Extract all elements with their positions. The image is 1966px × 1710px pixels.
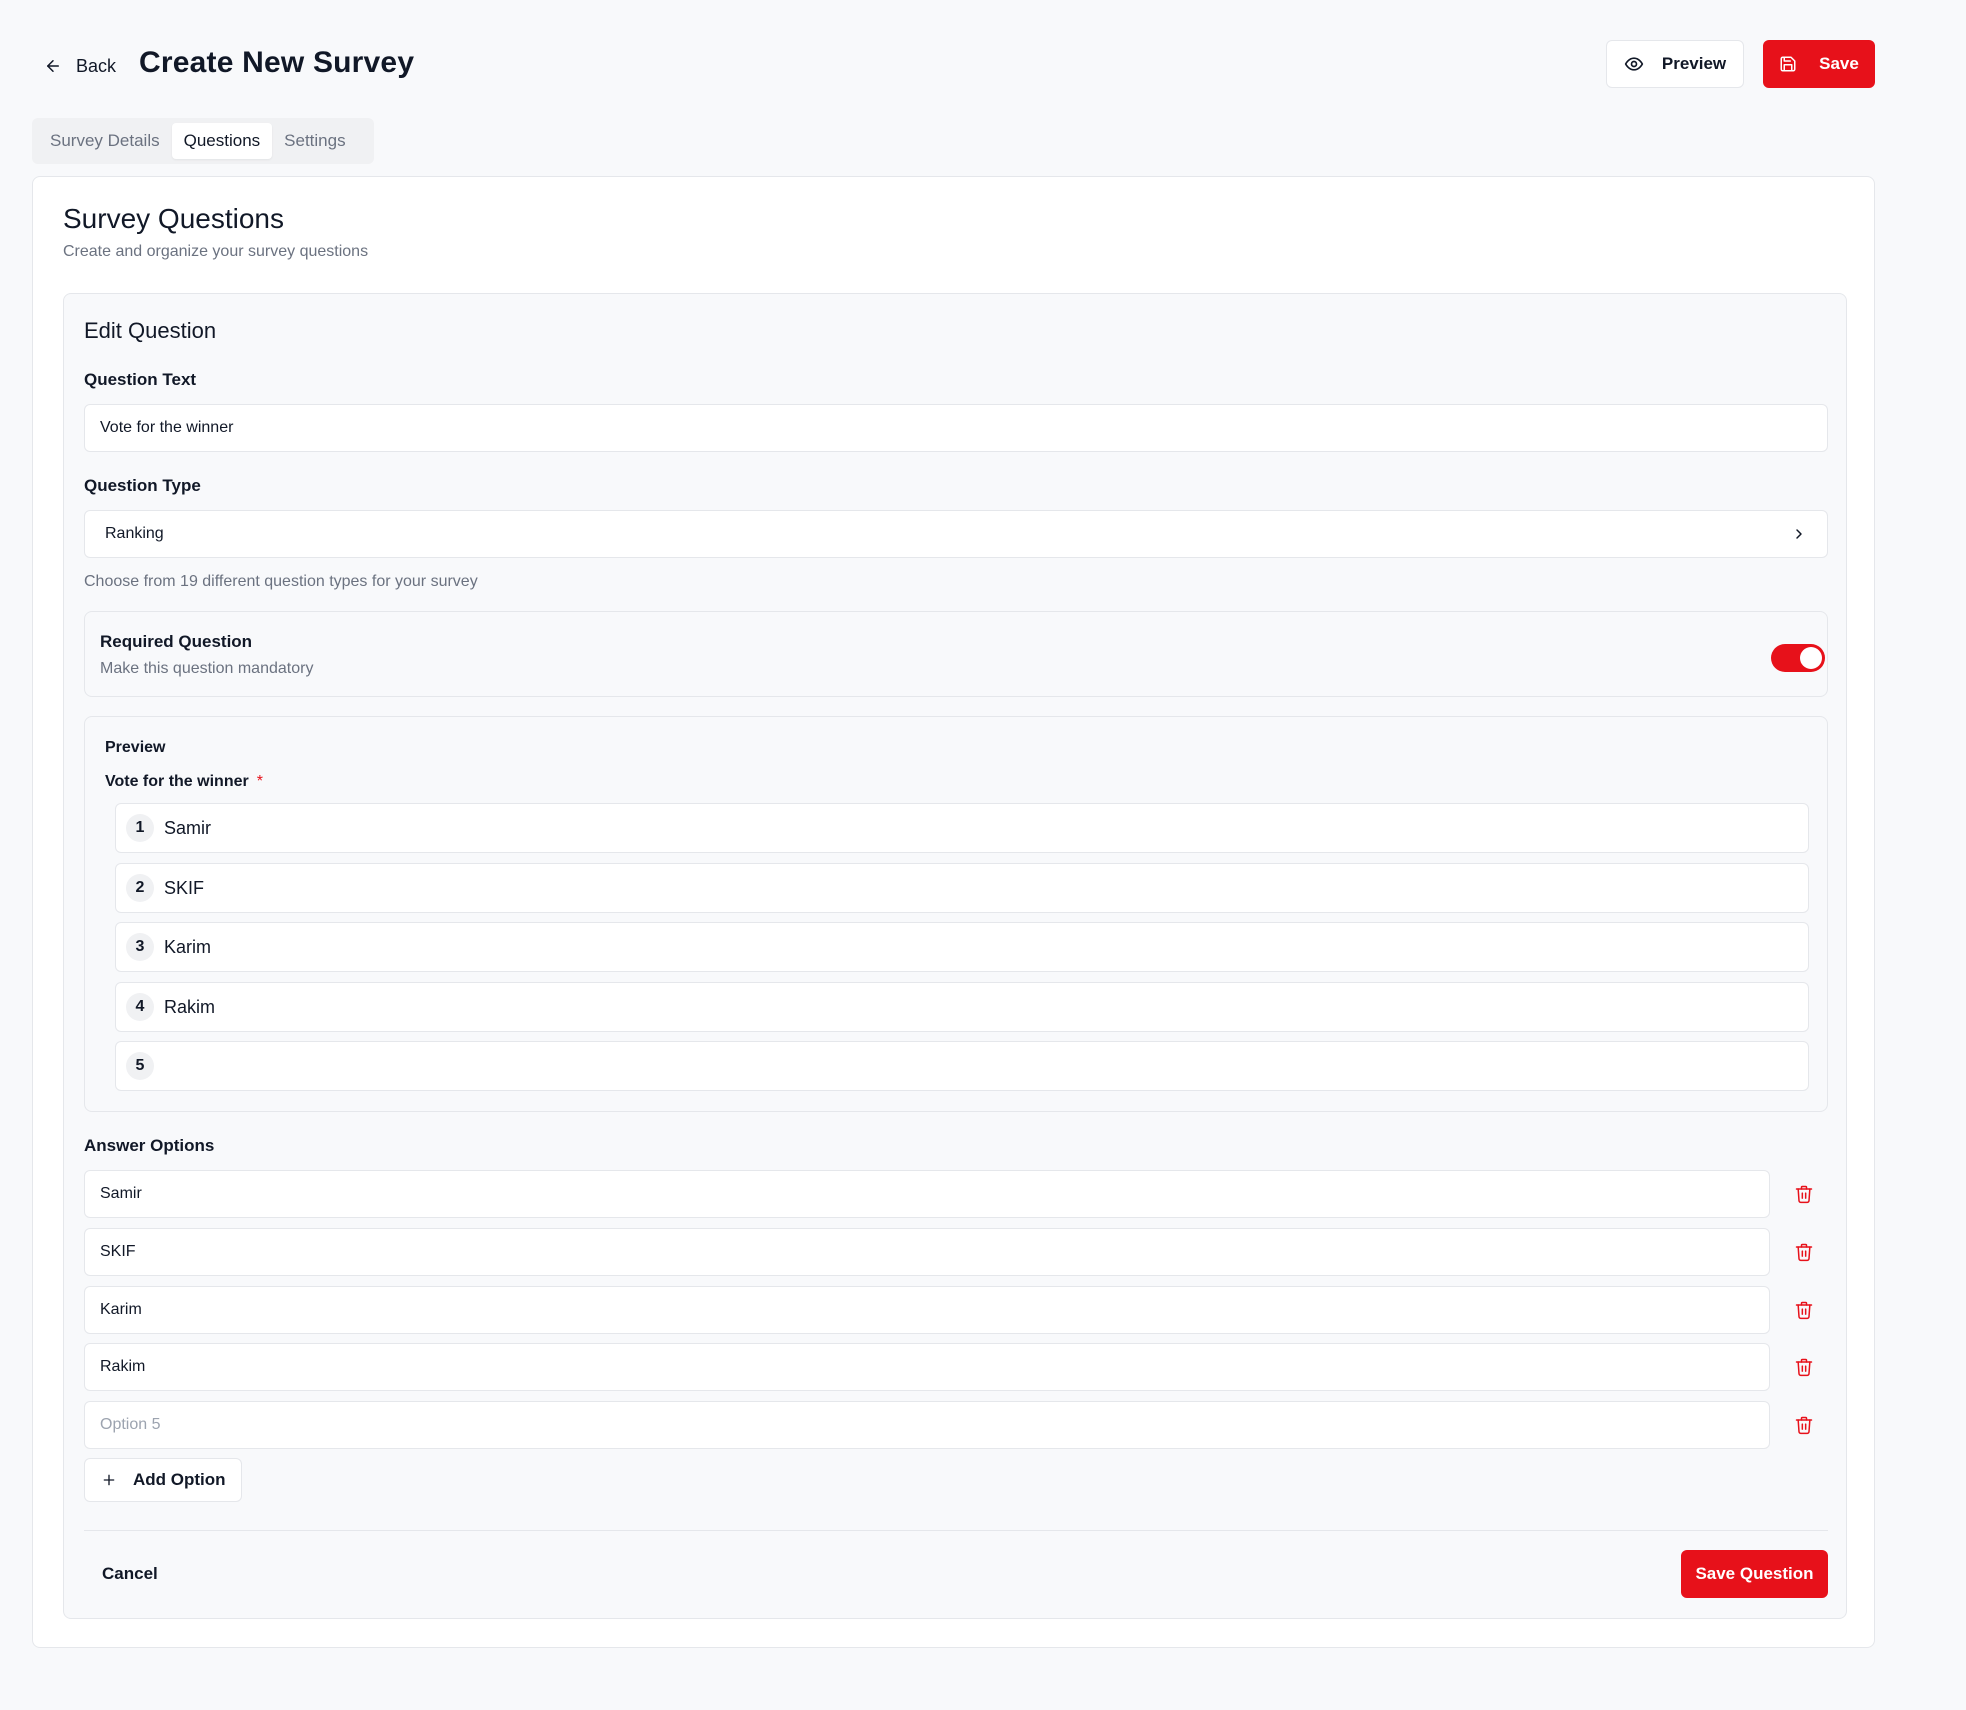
preview-label: Preview	[1661, 54, 1727, 73]
back-label: Back	[76, 55, 117, 76]
page-header: Back Create New Survey Preview Save	[0, 0, 1966, 120]
rank-number: 2	[126, 874, 154, 902]
section-subtitle: Create and organize your survey question…	[63, 243, 369, 260]
required-asterisk: *	[256, 773, 263, 790]
required-question-title: Required Question	[100, 632, 253, 651]
preview-section-label: Preview	[105, 739, 166, 756]
required-question-box: Required Question Make this question man…	[84, 611, 1828, 697]
plus-icon	[103, 1474, 115, 1486]
arrow-left-icon	[47, 60, 59, 72]
preview-question-text: Vote for the winner *	[105, 773, 263, 791]
tab-questions[interactable]: Questions	[171, 123, 273, 159]
rank-label: Rakim	[164, 996, 216, 1017]
rank-number: 4	[126, 993, 154, 1021]
rank-label: Samir	[164, 817, 212, 838]
footer-divider	[84, 1530, 1828, 1531]
chevron-right-icon	[1796, 529, 1802, 539]
page-title: Create New Survey	[139, 46, 415, 79]
trash-icon[interactable]	[1794, 1415, 1814, 1435]
save-icon	[1780, 56, 1796, 72]
ranking-item[interactable]: 2 SKIF	[115, 863, 1809, 913]
ranking-item[interactable]: 4 Rakim	[115, 982, 1809, 1032]
edit-question-title: Edit Question	[84, 318, 217, 343]
preview-button[interactable]: Preview	[1606, 40, 1744, 88]
section-title: Survey Questions	[63, 203, 284, 234]
required-question-subtitle: Make this question mandatory	[100, 660, 314, 677]
answer-option-input[interactable]: Samir	[84, 1170, 1770, 1218]
trash-icon[interactable]	[1794, 1300, 1814, 1320]
answer-option-input[interactable]: Option 5	[84, 1401, 1770, 1449]
required-toggle[interactable]	[1771, 644, 1825, 672]
tab-bar: Survey Details Questions Settings	[32, 118, 374, 164]
survey-questions-card: Survey Questions Create and organize you…	[32, 176, 1875, 1648]
trash-icon[interactable]	[1794, 1357, 1814, 1377]
add-option-label: Add Option	[133, 1470, 226, 1489]
save-button[interactable]: Save	[1763, 40, 1875, 88]
answer-option-row: SKIF	[84, 1228, 1828, 1276]
back-button[interactable]: Back	[44, 50, 116, 82]
answer-option-row: Samir	[84, 1170, 1828, 1218]
rank-number: 1	[126, 814, 154, 842]
question-preview: Preview Vote for the winner * 1 Samir 2 S…	[84, 716, 1828, 1112]
rank-number: 3	[126, 933, 154, 961]
edit-question-card: Edit Question Question Text Vote for the…	[63, 293, 1847, 1619]
tab-settings[interactable]: Settings	[272, 123, 357, 159]
answer-option-input[interactable]: SKIF	[84, 1228, 1770, 1276]
answer-option-input[interactable]: Rakim	[84, 1343, 1770, 1391]
rank-number: 5	[126, 1052, 154, 1080]
answer-options-label: Answer Options	[84, 1136, 215, 1155]
cancel-button[interactable]: Cancel	[84, 1550, 174, 1598]
ranking-item[interactable]: 1 Samir	[115, 803, 1809, 853]
answer-option-row: Karim	[84, 1286, 1828, 1334]
question-type-helper: Choose from 19 different question types …	[84, 573, 478, 590]
tab-survey-details[interactable]: Survey Details	[38, 123, 172, 159]
save-question-button[interactable]: Save Question	[1681, 1550, 1828, 1598]
question-type-label: Question Type	[84, 476, 201, 495]
ranking-item[interactable]: 3 Karim	[115, 922, 1809, 972]
question-text-label: Question Text	[84, 370, 197, 389]
answer-option-row: Option 5	[84, 1401, 1828, 1449]
rank-label: Karim	[164, 936, 212, 957]
save-label: Save	[1819, 54, 1859, 73]
add-option-button[interactable]: Add Option	[84, 1458, 242, 1502]
answer-option-input[interactable]: Karim	[84, 1286, 1770, 1334]
question-type-select[interactable]: Ranking	[84, 510, 1828, 558]
preview-question: Vote for the winner	[105, 773, 249, 790]
toggle-knob	[1800, 647, 1822, 669]
answer-option-row: Rakim	[84, 1343, 1828, 1391]
trash-icon[interactable]	[1794, 1242, 1814, 1262]
question-text-input[interactable]: Vote for the winner	[84, 404, 1828, 452]
trash-icon[interactable]	[1794, 1184, 1814, 1204]
ranking-item[interactable]: 5	[115, 1041, 1809, 1091]
rank-label: SKIF	[164, 877, 205, 898]
question-type-value: Ranking	[105, 525, 164, 542]
eye-icon	[1624, 57, 1644, 71]
